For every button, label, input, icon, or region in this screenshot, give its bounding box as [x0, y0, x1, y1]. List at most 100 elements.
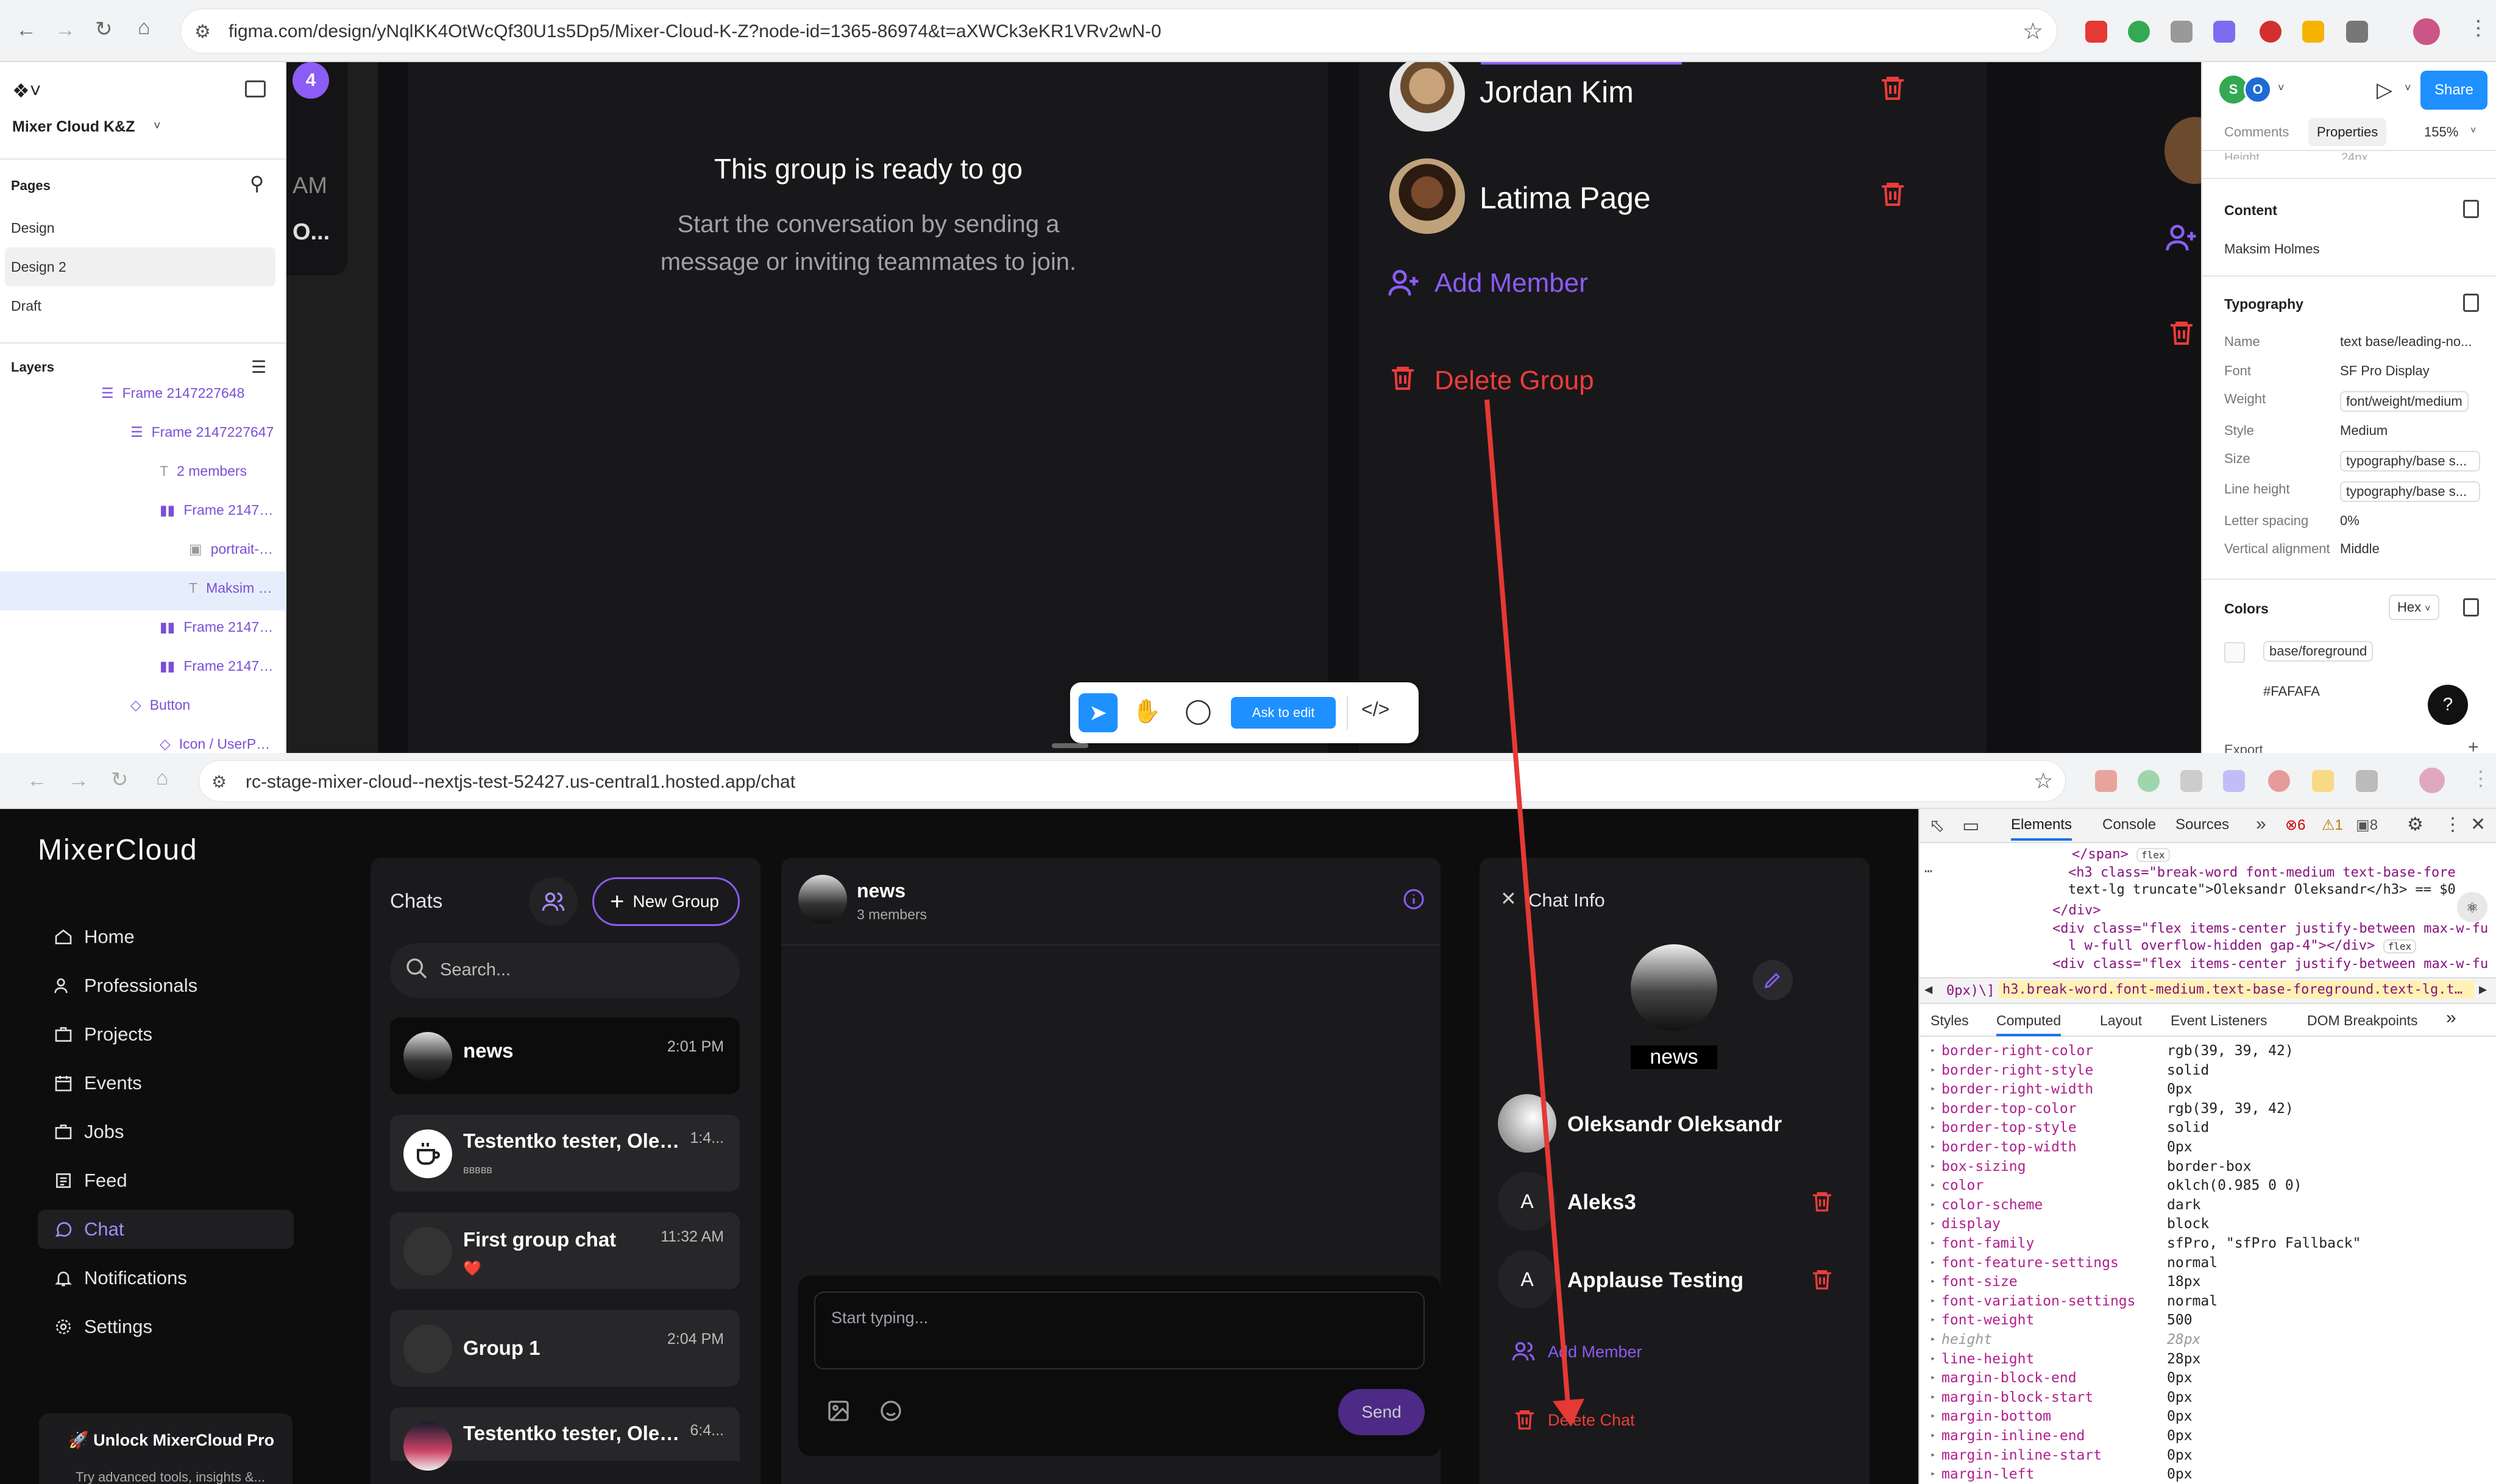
- edit-group-button[interactable]: [1753, 960, 1793, 1000]
- computed-property-row[interactable]: ▸ margin-inline-start 0px: [1930, 1447, 2193, 1463]
- bookmark-star-icon[interactable]: ☆: [2023, 18, 2043, 45]
- expand-triangle-icon[interactable]: ▸: [1930, 1466, 1941, 1482]
- tab-console[interactable]: Console: [2102, 816, 2156, 833]
- expand-triangle-icon[interactable]: ▸: [1930, 1062, 1941, 1078]
- expand-triangle-icon[interactable]: ▸: [1930, 1370, 1941, 1386]
- extension-icon[interactable]: [2213, 21, 2235, 43]
- computed-property-row[interactable]: ▸ font-weight 500: [1930, 1312, 2193, 1328]
- expand-triangle-icon[interactable]: ▸: [1930, 1081, 1941, 1097]
- computed-property-row[interactable]: ▸ margin-bottom 0px: [1930, 1408, 2193, 1424]
- site-settings-icon[interactable]: ⚙: [194, 21, 211, 43]
- expand-triangle-icon[interactable]: ▸: [1930, 1274, 1941, 1290]
- computed-property-row[interactable]: ▸ border-right-width 0px: [1930, 1081, 2193, 1097]
- camera-icon[interactable]: [2180, 770, 2202, 792]
- nav-item-events[interactable]: Events: [38, 1064, 294, 1103]
- expand-triangle-icon[interactable]: ▸: [1930, 1332, 1941, 1348]
- extension-icon[interactable]: [2138, 770, 2160, 792]
- page-item-active[interactable]: Design 2: [5, 247, 275, 286]
- dom-collapse-dots[interactable]: ⋯: [1924, 864, 1932, 879]
- kebab-menu-icon[interactable]: ⋮: [2470, 766, 2491, 791]
- computed-property-row[interactable]: ▸ font-feature-settings normal: [1930, 1255, 2218, 1271]
- computed-property-row[interactable]: ▸ margin-inline-end 0px: [1930, 1428, 2193, 1444]
- layer-item[interactable]: ☰ Frame 2147227648: [101, 385, 244, 401]
- extension-icon[interactable]: [2095, 770, 2117, 792]
- color-token[interactable]: base/foreground: [2263, 641, 2374, 662]
- trash-icon[interactable]: [1810, 1267, 1834, 1295]
- avatar[interactable]: [2413, 18, 2440, 45]
- chevron-down-icon[interactable]: ˅: [2470, 125, 2476, 136]
- layers-options-icon[interactable]: ☰: [251, 357, 266, 377]
- close-icon[interactable]: ✕: [1500, 887, 1517, 910]
- expand-triangle-icon[interactable]: ▸: [1930, 1447, 1941, 1463]
- more-tabs-icon[interactable]: »: [2446, 1008, 2456, 1028]
- emoji-icon[interactable]: [879, 1399, 903, 1423]
- delete-chat-button[interactable]: Delete Chat: [1548, 1411, 1635, 1430]
- dom-line[interactable]: <div class="flex items-center justify-be…: [2052, 956, 2491, 972]
- add-member-button[interactable]: Add Member: [1548, 1343, 1642, 1362]
- chevron-left-icon[interactable]: ◀: [1924, 982, 1932, 997]
- layer-item[interactable]: ▣ portrait-mo: [189, 541, 278, 557]
- expand-triangle-icon[interactable]: ▸: [1930, 1312, 1941, 1328]
- expand-triangle-icon[interactable]: ▸: [1930, 1351, 1941, 1367]
- forward-icon[interactable]: →: [55, 18, 76, 42]
- promo-card[interactable]: 🚀 Unlock MixerCloud Pro Try advanced too…: [39, 1413, 292, 1484]
- avatar[interactable]: O: [2244, 76, 2272, 104]
- computed-property-row[interactable]: ▸ line-height 28px: [1930, 1351, 2200, 1367]
- help-button[interactable]: ?: [2428, 685, 2468, 725]
- layer-item[interactable]: ▮▮ Frame 2147227: [160, 658, 275, 674]
- layer-item[interactable]: ◇ Button: [130, 697, 190, 713]
- computed-property-row[interactable]: ▸ border-right-style solid: [1930, 1062, 2209, 1078]
- code-icon[interactable]: </>: [1361, 698, 1389, 721]
- puzzle-icon[interactable]: [2346, 21, 2368, 43]
- copy-icon[interactable]: [2463, 294, 2479, 312]
- app-logo[interactable]: MixerCloud: [38, 833, 198, 867]
- nav-item-professionals[interactable]: Professionals: [38, 966, 294, 1005]
- color-value[interactable]: #FAFAFA: [2263, 684, 2320, 699]
- address-bar[interactable]: ⚙ rc-stage-mixer-cloud--nextjs-test-5242…: [199, 760, 2066, 802]
- page-item[interactable]: Design: [0, 208, 280, 247]
- plus-icon[interactable]: +: [2468, 737, 2479, 753]
- file-name[interactable]: Mixer Cloud K&Z: [12, 118, 135, 136]
- computed-property-row[interactable]: ▸ margin-left 0px: [1930, 1466, 2193, 1482]
- forward-icon[interactable]: →: [68, 769, 89, 793]
- resize-handle[interactable]: [1052, 743, 1088, 748]
- image-attach-icon[interactable]: [826, 1399, 851, 1423]
- expand-triangle-icon[interactable]: ▸: [1930, 1043, 1941, 1059]
- avatar[interactable]: [2419, 768, 2445, 793]
- send-button[interactable]: Send: [1338, 1389, 1425, 1435]
- figma-logo-icon[interactable]: ❖˅: [12, 79, 41, 102]
- hand-tool-icon[interactable]: ✋: [1132, 698, 1161, 725]
- computed-property-row[interactable]: ▸ border-top-style solid: [1930, 1120, 2209, 1136]
- nav-item-notifications[interactable]: Notifications: [38, 1259, 294, 1298]
- expand-triangle-icon[interactable]: ▸: [1930, 1178, 1941, 1193]
- computed-property-row[interactable]: ▸ display block: [1930, 1216, 2209, 1232]
- dom-line-selected[interactable]: text-lg truncate">Oleksandr Oleksandr</h…: [2068, 882, 2483, 897]
- back-icon[interactable]: ←: [16, 18, 37, 42]
- nav-item-projects[interactable]: Projects: [38, 1015, 294, 1054]
- expand-triangle-icon[interactable]: ▸: [1930, 1139, 1941, 1155]
- search-icon[interactable]: ⚲: [250, 172, 264, 195]
- dom-line-selected[interactable]: <h3 class="break-word font-medium text-b…: [2068, 865, 2483, 880]
- extension-icon[interactable]: [2128, 21, 2150, 43]
- nav-item-settings[interactable]: Settings: [38, 1307, 294, 1346]
- chevron-down-icon[interactable]: ˅: [154, 119, 161, 133]
- expand-triangle-icon[interactable]: ▸: [1930, 1101, 1941, 1117]
- camera-icon[interactable]: [2171, 21, 2193, 43]
- computed-property-row[interactable]: ▸ color oklch(0.985 0 0): [1930, 1178, 2302, 1193]
- hex-dropdown[interactable]: Hex ˅: [2389, 595, 2439, 620]
- tab-elements[interactable]: Elements: [2011, 816, 2072, 841]
- expand-triangle-icon[interactable]: ▸: [1930, 1255, 1941, 1271]
- figma-canvas[interactable]: 4 AM O... This group is ready to go Star…: [286, 62, 2201, 753]
- zoom-level[interactable]: 155%: [2424, 124, 2458, 140]
- home-icon[interactable]: ⌂: [156, 766, 169, 790]
- computed-property-row[interactable]: ▸ box-sizing border-box: [1930, 1159, 2251, 1175]
- layer-item[interactable]: ▮▮ Frame 2147227: [160, 619, 275, 635]
- trash-icon[interactable]: [1388, 363, 1417, 397]
- address-text[interactable]: rc-stage-mixer-cloud--nextjs-test-52427.…: [246, 772, 1952, 793]
- move-tool-icon[interactable]: ➤: [1079, 693, 1118, 732]
- info-icon[interactable]: [1403, 888, 1425, 910]
- chat-list-item[interactable]: Group 1 2:04 PM: [390, 1310, 740, 1387]
- computed-property-row[interactable]: ▸ font-family sfPro, "sfPro Fallback": [1930, 1235, 2361, 1251]
- site-settings-icon[interactable]: ⚙: [211, 772, 227, 792]
- message-count[interactable]: ▣8: [2356, 816, 2378, 834]
